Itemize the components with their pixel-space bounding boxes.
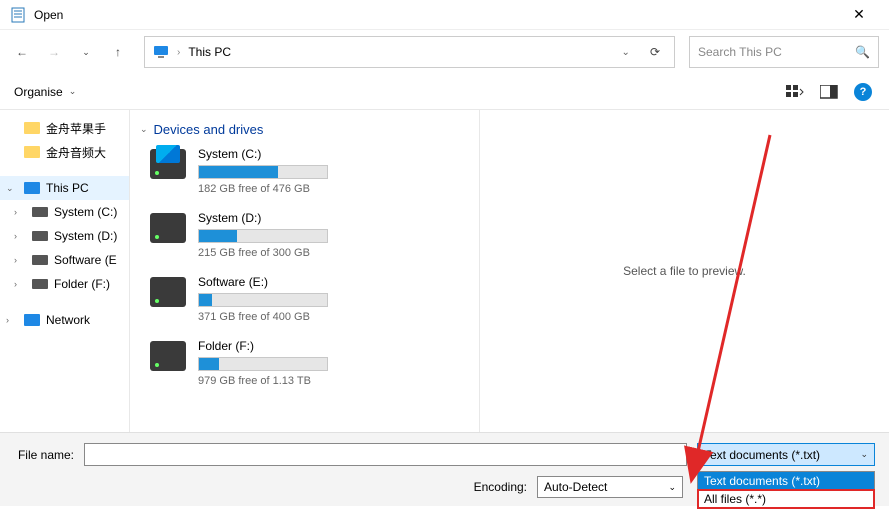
encoding-select[interactable]: Auto-Detect ⌄ [537, 476, 683, 498]
preview-pane-button[interactable] [817, 80, 841, 104]
drive-icon [32, 255, 48, 265]
sidebar-network[interactable]: › Network [0, 308, 129, 332]
drive-free-text: 215 GB free of 300 GB [198, 247, 479, 259]
drive-icon [32, 279, 48, 289]
drive-free-text: 979 GB free of 1.13 TB [198, 375, 479, 387]
drive-item[interactable]: Folder (F:) 979 GB free of 1.13 TB [140, 339, 479, 387]
pc-icon [24, 182, 40, 194]
search-input[interactable]: Search This PC 🔍 [689, 36, 879, 68]
app-icon [10, 7, 26, 23]
recent-chevron-icon[interactable]: ⌄ [74, 40, 98, 64]
section-label: Devices and drives [154, 122, 264, 137]
drive-usage-bar [198, 229, 328, 243]
sidebar-this-pc[interactable]: ⌄ This PC [0, 176, 129, 200]
help-icon: ? [854, 83, 872, 101]
filename-input[interactable] [84, 443, 687, 466]
drive-icon [150, 213, 186, 243]
window-title: Open [34, 8, 839, 22]
toolbar: Organise ⌄ ? [0, 74, 889, 110]
folder-icon [24, 122, 40, 134]
encoding-label: Encoding: [474, 480, 527, 494]
forward-button[interactable]: → [42, 40, 66, 64]
sidebar-item-label: System (C:) [54, 205, 117, 219]
network-icon [24, 314, 40, 326]
drive-name: Software (E:) [198, 275, 479, 289]
drive-icon [32, 231, 48, 241]
search-icon: 🔍 [855, 45, 870, 59]
folder-icon [24, 146, 40, 158]
drive-name: System (D:) [198, 211, 479, 225]
sidebar-item-label: 金舟音频大 [46, 144, 106, 161]
expander-icon[interactable]: › [14, 207, 17, 217]
drive-free-text: 371 GB free of 400 GB [198, 311, 479, 323]
up-button[interactable]: ↑ [106, 40, 130, 64]
section-devices[interactable]: ⌄ Devices and drives [140, 122, 479, 137]
filetype-option-all[interactable]: All files (*.*) [698, 490, 874, 508]
preview-text: Select a file to preview. [623, 264, 746, 278]
view-options-button[interactable] [783, 80, 807, 104]
pc-icon [153, 44, 169, 60]
title-bar: Open ✕ [0, 0, 889, 30]
close-button[interactable]: ✕ [839, 6, 879, 23]
filetype-dropdown: Text documents (*.txt) All files (*.*) [697, 471, 875, 509]
refresh-button[interactable]: ⟳ [644, 45, 666, 59]
address-dropdown-icon[interactable]: ⌄ [616, 47, 636, 58]
expander-icon[interactable]: › [14, 255, 17, 265]
sidebar-item-label: 金舟苹果手 [46, 120, 106, 137]
organise-label: Organise [14, 85, 63, 99]
chevron-down-icon: ⌄ [140, 124, 148, 135]
sidebar: 金舟苹果手 金舟音频大 ⌄ This PC › System (C:) › Syste… [0, 110, 130, 432]
drive-usage-bar [198, 357, 328, 371]
drive-usage-bar [198, 293, 328, 307]
filetype-select[interactable]: Text documents (*.txt) ⌄ [697, 443, 875, 466]
sidebar-drive[interactable]: › System (D:) [0, 224, 129, 248]
filetype-selected: Text documents (*.txt) [704, 448, 820, 462]
drive-icon [150, 341, 186, 371]
drive-icon [32, 207, 48, 217]
back-button[interactable]: ← [10, 40, 34, 64]
sidebar-folder[interactable]: 金舟音频大 [0, 140, 129, 164]
sidebar-item-label: Folder (F:) [54, 277, 110, 291]
drive-name: Folder (F:) [198, 339, 479, 353]
drive-name: System (C:) [198, 147, 479, 161]
drive-item[interactable]: System (D:) 215 GB free of 300 GB [140, 211, 479, 259]
sidebar-folder[interactable]: 金舟苹果手 [0, 116, 129, 140]
drive-free-text: 182 GB free of 476 GB [198, 183, 479, 195]
address-bar[interactable]: › This PC ⌄ ⟳ [144, 36, 675, 68]
filename-label: File name: [14, 448, 74, 462]
nav-bar: ← → ⌄ ↑ › This PC ⌄ ⟳ Search This PC 🔍 [0, 30, 889, 74]
sidebar-item-label: Software (E [54, 253, 117, 267]
help-button[interactable]: ? [851, 80, 875, 104]
drive-usage-bar [198, 165, 328, 179]
drive-item[interactable]: Software (E:) 371 GB free of 400 GB [140, 275, 479, 323]
main-area: 金舟苹果手 金舟音频大 ⌄ This PC › System (C:) › Syste… [0, 110, 889, 432]
search-placeholder: Search This PC [698, 45, 855, 59]
chevron-down-icon: ⌄ [860, 449, 868, 460]
sidebar-drive[interactable]: › System (C:) [0, 200, 129, 224]
drive-icon [150, 149, 186, 179]
organise-button[interactable]: Organise ⌄ [14, 85, 76, 99]
chevron-right-icon: › [177, 47, 180, 58]
expander-icon[interactable]: › [14, 279, 17, 289]
footer: File name: Text documents (*.txt) ⌄ Enco… [0, 432, 889, 506]
chevron-down-icon: ⌄ [69, 86, 77, 97]
encoding-value: Auto-Detect [544, 480, 607, 494]
chevron-down-icon: ⌄ [668, 482, 676, 493]
drive-icon [150, 277, 186, 307]
preview-pane: Select a file to preview. [479, 110, 889, 432]
expander-icon[interactable]: › [14, 231, 17, 241]
expander-icon[interactable]: ⌄ [6, 183, 14, 194]
file-list: ⌄ Devices and drives System (C:) 182 GB … [130, 110, 479, 432]
sidebar-item-label: This PC [46, 181, 89, 195]
address-location: This PC [188, 45, 231, 59]
sidebar-drive[interactable]: › Software (E [0, 248, 129, 272]
sidebar-item-label: Network [46, 313, 90, 327]
sidebar-item-label: System (D:) [54, 229, 117, 243]
sidebar-drive[interactable]: › Folder (F:) [0, 272, 129, 296]
expander-icon[interactable]: › [6, 315, 9, 325]
filetype-option[interactable]: Text documents (*.txt) [698, 472, 874, 490]
drive-item[interactable]: System (C:) 182 GB free of 476 GB [140, 147, 479, 195]
